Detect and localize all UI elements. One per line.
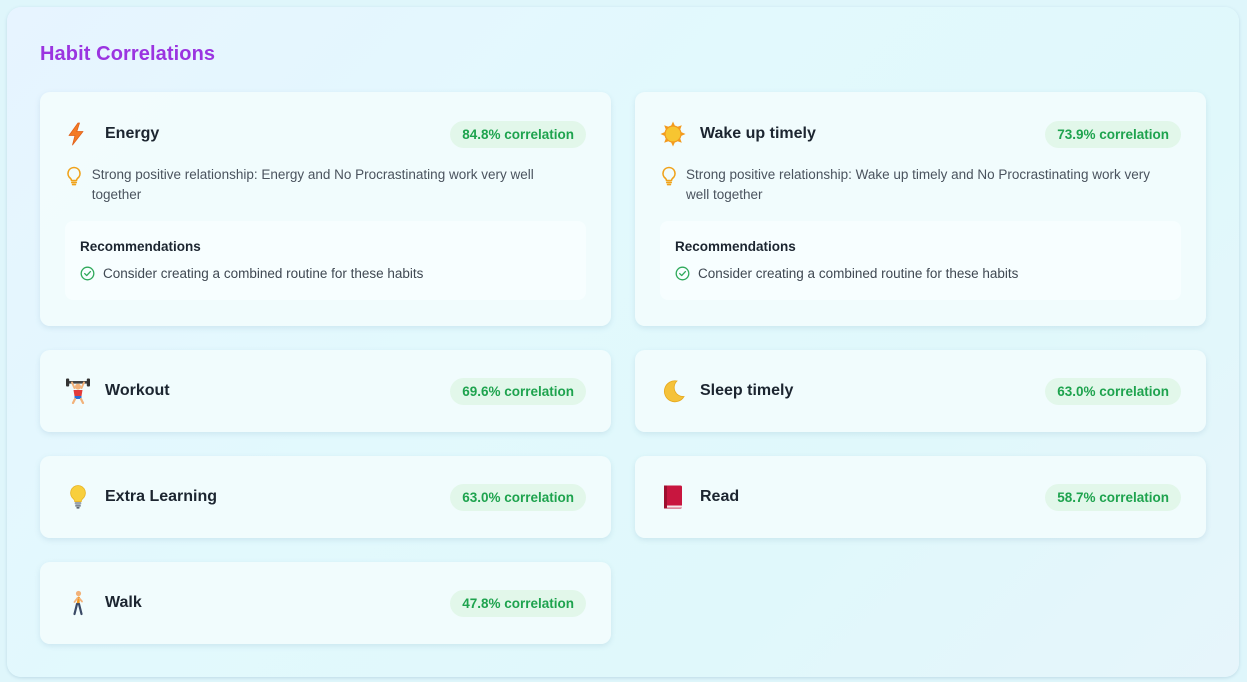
habit-card-wake-up-timely[interactable]: Wake up timely 73.9% correlation Strong …: [635, 92, 1206, 326]
correlation-badge: 84.8% correlation: [450, 120, 586, 148]
recommendations-box: Recommendations Consider creating a comb…: [660, 221, 1181, 300]
insight-row: Strong positive relationship: Energy and…: [65, 165, 556, 205]
lightning-icon: [65, 120, 95, 148]
recommendation-text: Consider creating a combined routine for…: [103, 266, 424, 281]
recommendation-item: Consider creating a combined routine for…: [675, 266, 1018, 281]
insight-text: Strong positive relationship: Energy and…: [91, 167, 534, 202]
check-circle-icon: [675, 266, 690, 281]
habit-name: Extra Learning: [105, 488, 218, 505]
habit-name: Energy: [105, 125, 160, 142]
habit-card-sleep-timely[interactable]: Sleep timely 63.0% correlation: [635, 350, 1206, 432]
panel-title: Habit Correlations: [40, 43, 216, 65]
card-header: Energy 84.8% correlation: [65, 120, 586, 148]
card-header: Walk 47.8% correlation: [65, 589, 586, 617]
sun-icon: [660, 120, 690, 148]
walking-person-icon: [65, 589, 95, 617]
correlation-badge: 69.6% correlation: [450, 377, 586, 405]
habit-name: Wake up timely: [700, 125, 816, 142]
card-header: Extra Learning 63.0% correlation: [65, 483, 586, 511]
habit-card-energy[interactable]: Energy 84.8% correlation Strong positive…: [40, 92, 611, 326]
card-header: Workout 69.6% correlation: [65, 377, 586, 405]
lightbulb-outline-icon: [660, 165, 678, 191]
check-circle-icon: [80, 266, 95, 281]
habit-correlations-panel: Habit Correlations Energy 84.8% correlat…: [7, 7, 1239, 677]
correlation-badge: 73.9% correlation: [1045, 120, 1181, 148]
habit-name: Read: [700, 488, 740, 505]
light-bulb-icon: [65, 483, 95, 511]
recommendation-item: Consider creating a combined routine for…: [80, 266, 423, 281]
recommendations-box: Recommendations Consider creating a comb…: [65, 221, 586, 300]
recommendations-title: Recommendations: [80, 239, 201, 254]
card-header: Sleep timely 63.0% correlation: [660, 377, 1181, 405]
habit-name: Sleep timely: [700, 382, 794, 399]
habit-card-read[interactable]: Read 58.7% correlation: [635, 456, 1206, 538]
recommendation-text: Consider creating a combined routine for…: [698, 266, 1019, 281]
habit-name: Workout: [105, 382, 170, 399]
insight-text: Strong positive relationship: Wake up ti…: [686, 167, 1150, 202]
book-icon: [660, 483, 690, 511]
habit-name: Walk: [105, 594, 142, 611]
insight-row: Strong positive relationship: Wake up ti…: [660, 165, 1151, 205]
correlation-badge: 63.0% correlation: [1045, 377, 1181, 405]
lightbulb-outline-icon: [65, 165, 84, 191]
habit-card-workout[interactable]: Workout 69.6% correlation: [40, 350, 611, 432]
correlation-badge: 63.0% correlation: [450, 483, 586, 511]
habit-card-extra-learning[interactable]: Extra Learning 63.0% correlation: [40, 456, 611, 538]
card-header: Read 58.7% correlation: [660, 483, 1181, 511]
correlation-badge: 58.7% correlation: [1045, 483, 1181, 511]
weightlifter-icon: [65, 377, 95, 405]
correlation-badge: 47.8% correlation: [450, 589, 586, 617]
recommendations-title: Recommendations: [675, 239, 796, 254]
crescent-moon-icon: [660, 377, 690, 405]
habit-card-walk[interactable]: Walk 47.8% correlation: [40, 562, 611, 644]
card-header: Wake up timely 73.9% correlation: [660, 120, 1181, 148]
